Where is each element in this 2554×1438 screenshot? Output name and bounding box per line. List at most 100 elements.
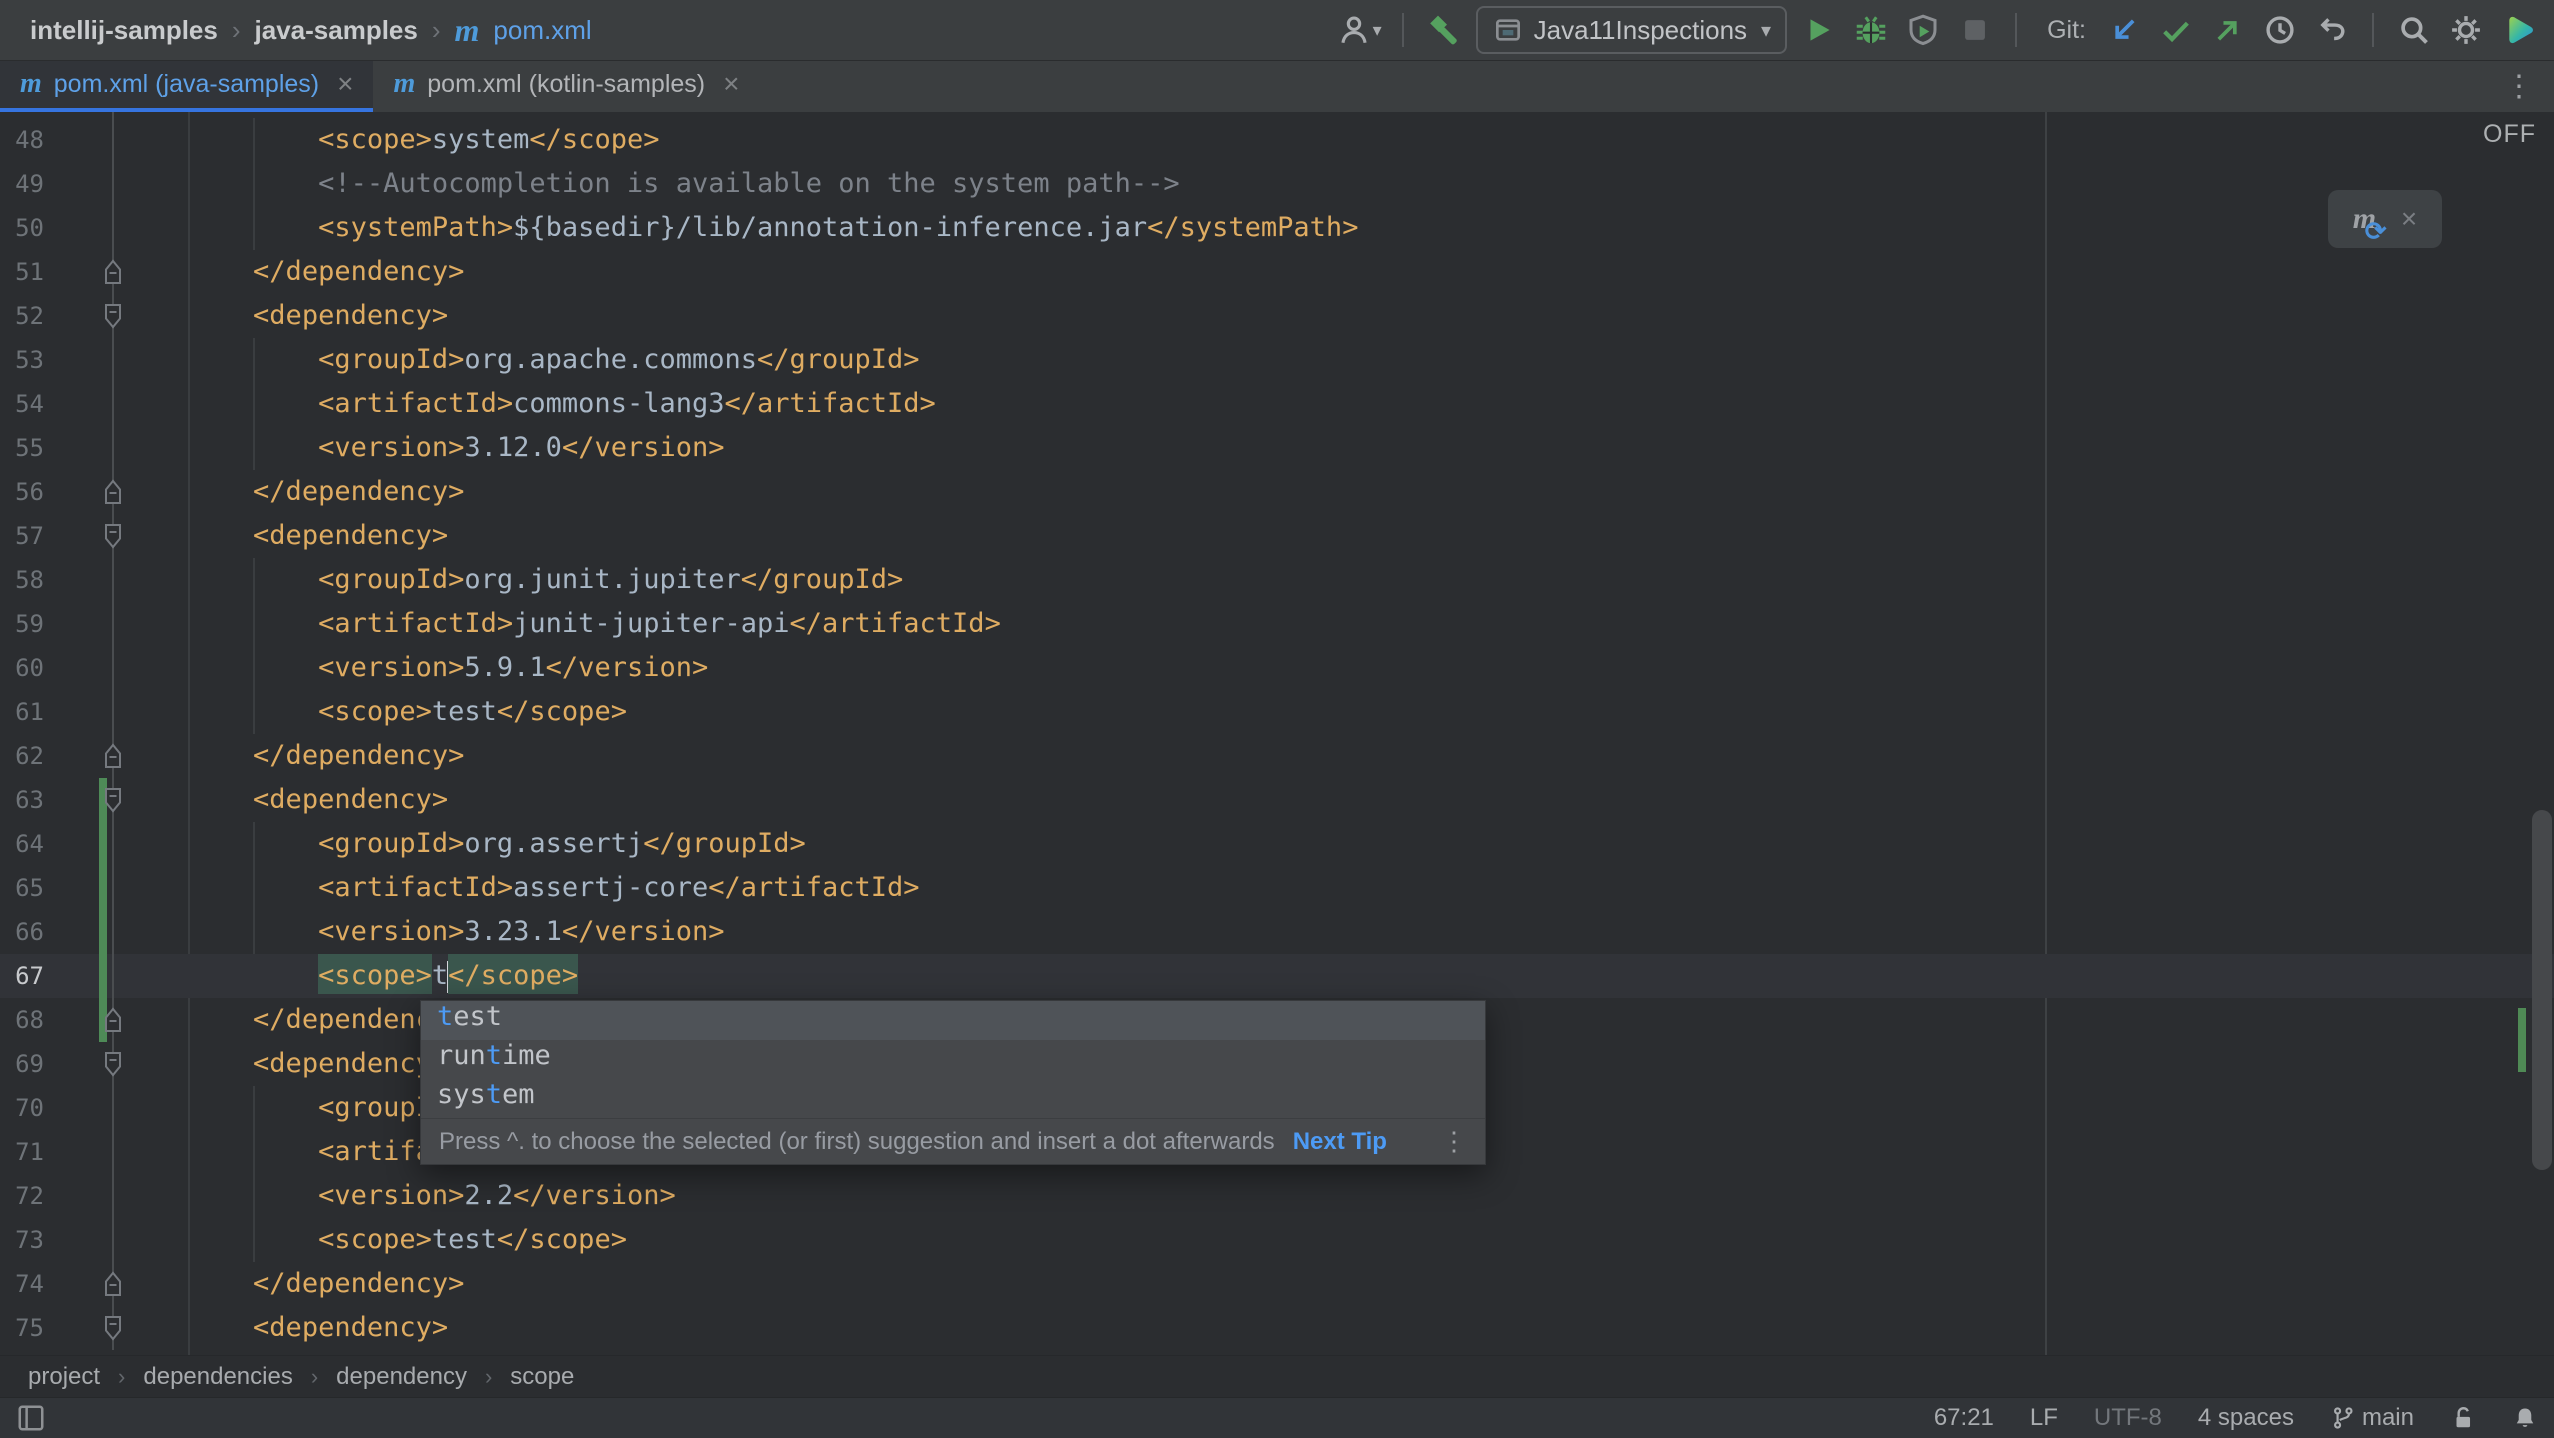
code-line[interactable]: <dependency — [123, 1042, 432, 1086]
folding-marker-icon[interactable] — [102, 741, 124, 776]
xml-breadcrumb-item[interactable]: dependency — [336, 1363, 467, 1391]
kebab-menu-icon[interactable]: ⋮ — [1441, 1126, 1467, 1157]
code-line[interactable]: <dependency> — [123, 294, 448, 338]
code-line[interactable]: <scope>t</scope> — [123, 954, 579, 998]
code-line[interactable]: <groupI — [123, 1086, 432, 1130]
maven-reload-button[interactable]: m ⟳ — [2353, 202, 2387, 246]
vcs-change-stripe-mark[interactable] — [2518, 1008, 2526, 1072]
code-line[interactable]: <artifa — [123, 1130, 432, 1174]
tool-window-layout-icon[interactable] — [16, 1403, 46, 1433]
code-line[interactable]: <groupId>org.assertj</groupId> — [123, 822, 806, 866]
code-line[interactable]: <dependency> — [123, 778, 448, 822]
folding-marker-icon[interactable] — [102, 1049, 124, 1084]
avatar-button[interactable] — [2498, 6, 2538, 54]
run-config-name: Java11Inspections — [1533, 14, 1748, 45]
code-line[interactable]: <scope>test</scope> — [123, 690, 627, 734]
code-line[interactable]: </dependency> — [123, 250, 464, 294]
unlocked-padlock-icon[interactable] — [2450, 1405, 2476, 1431]
chevron-separator-icon: › — [431, 14, 441, 45]
line-separator[interactable]: LF — [2030, 1404, 2058, 1432]
user-menu-button[interactable]: ▾ — [1337, 6, 1382, 54]
code-line[interactable]: <artifactId>assertj-core</artifactId> — [123, 866, 919, 910]
code-line[interactable]: <groupId>org.junit.jupiter</groupId> — [123, 558, 903, 602]
code-line[interactable]: </dependenc — [123, 998, 432, 1042]
xml-breadcrumb-item[interactable]: scope — [510, 1363, 574, 1391]
code-line[interactable]: <scope>test</scope> — [123, 1218, 627, 1262]
toolbar-divider — [2372, 13, 2374, 47]
code-line[interactable]: <dependency> — [123, 1306, 448, 1350]
settings-button[interactable] — [2446, 6, 2486, 54]
build-hammer-button[interactable] — [1424, 6, 1464, 54]
maven-icon: m — [393, 68, 416, 99]
git-update-button[interactable] — [2104, 6, 2144, 54]
folding-marker-icon[interactable] — [102, 257, 124, 292]
code-line[interactable]: </dependency> — [123, 734, 464, 778]
history-button[interactable] — [2260, 6, 2300, 54]
run-button[interactable] — [1799, 6, 1839, 54]
search-button[interactable] — [2394, 6, 2434, 54]
code-line[interactable]: <version>3.12.0</version> — [123, 426, 724, 470]
editor-tab[interactable]: m pom.xml (kotlin-samples) × — [373, 60, 759, 112]
code-line[interactable]: </dependency> — [123, 470, 464, 514]
scrollbar-thumb[interactable] — [2532, 810, 2552, 1170]
debug-icon — [1853, 12, 1889, 48]
completion-hint-text: Press ^. to choose the selected (or firs… — [439, 1127, 1275, 1155]
close-icon[interactable]: × — [337, 68, 353, 100]
git-branch-widget[interactable]: main — [2330, 1404, 2414, 1432]
stop-button[interactable] — [1955, 6, 1995, 54]
code-line[interactable]: <version>2.2</version> — [123, 1174, 676, 1218]
chevron-separator-icon: › — [118, 1363, 126, 1389]
folding-marker-icon[interactable] — [102, 785, 124, 820]
breadcrumb-file[interactable]: pom.xml — [493, 15, 591, 46]
maven-icon: m — [454, 12, 480, 48]
notifications-bell-icon[interactable] — [2512, 1405, 2538, 1431]
git-push-button[interactable] — [2208, 6, 2248, 54]
code-line[interactable]: <artifactId>commons-lang3</artifactId> — [123, 382, 936, 426]
git-commit-button[interactable] — [2156, 6, 2196, 54]
run-config-selector[interactable]: Java11Inspections ▾ — [1475, 6, 1788, 54]
code-line[interactable]: <groupId>org.apache.commons</groupId> — [123, 338, 919, 382]
chevron-down-icon: ▾ — [1761, 19, 1772, 42]
close-icon[interactable]: × — [2401, 203, 2417, 235]
code-line[interactable]: <dependency> — [123, 514, 448, 558]
folding-marker-icon[interactable] — [102, 301, 124, 336]
breadcrumb-module[interactable]: java-samples — [255, 15, 418, 46]
completion-item[interactable]: system — [421, 1079, 1485, 1118]
highlighting-status-badge[interactable]: OFF — [2483, 120, 2536, 149]
more-options-kebab-icon[interactable]: ⋮ — [2484, 60, 2554, 112]
caret-position[interactable]: 67:21 — [1934, 1404, 1994, 1432]
code-line[interactable]: <!--Autocompletion is available on the s… — [123, 162, 1180, 206]
editor[interactable]: 48 <scope>system</scope> 49 <!--Autocompl… — [0, 112, 2554, 1355]
completion-item[interactable]: runtime — [421, 1040, 1485, 1079]
line-number: 59 — [15, 610, 44, 638]
breadcrumb-project[interactable]: intellij-samples — [30, 15, 218, 46]
xml-breadcrumb-item[interactable]: dependencies — [143, 1363, 292, 1391]
xml-breadcrumb-item[interactable]: project — [28, 1363, 100, 1391]
folding-marker-icon[interactable] — [102, 1269, 124, 1304]
code-line[interactable]: </dependency> — [123, 1262, 464, 1306]
folding-marker-icon[interactable] — [102, 1005, 124, 1040]
line-number: 66 — [15, 918, 44, 946]
editor-tab[interactable]: m pom.xml (java-samples) × — [0, 60, 374, 112]
folding-marker-icon[interactable] — [102, 477, 124, 512]
code-line[interactable]: <systemPath>${basedir}/lib/annotation-in… — [123, 206, 1358, 250]
user-menu-icon — [1337, 13, 1371, 47]
rollback-button[interactable] — [2312, 6, 2352, 54]
code-line[interactable]: <scope>system</scope> — [123, 118, 659, 162]
code-line[interactable]: <version>3.23.1</version> — [123, 910, 724, 954]
next-tip-link[interactable]: Next Tip — [1293, 1128, 1387, 1156]
file-encoding[interactable]: UTF-8 — [2094, 1404, 2162, 1432]
line-number: 53 — [15, 346, 44, 374]
close-icon[interactable]: × — [723, 68, 739, 100]
folding-marker-icon[interactable] — [102, 521, 124, 556]
code-line[interactable]: <artifactId>junit-jupiter-api</artifactI… — [123, 602, 1001, 646]
line-number: 62 — [15, 742, 44, 770]
line-number: 64 — [15, 830, 44, 858]
debug-button[interactable] — [1851, 6, 1891, 54]
folding-marker-icon[interactable] — [102, 1313, 124, 1348]
indent-setting[interactable]: 4 spaces — [2198, 1404, 2294, 1432]
code-line[interactable]: <version>5.9.1</version> — [123, 646, 708, 690]
coverage-button[interactable] — [1903, 6, 1943, 54]
line-number: 67 — [15, 962, 44, 990]
completion-item[interactable]: test — [421, 1001, 1485, 1040]
